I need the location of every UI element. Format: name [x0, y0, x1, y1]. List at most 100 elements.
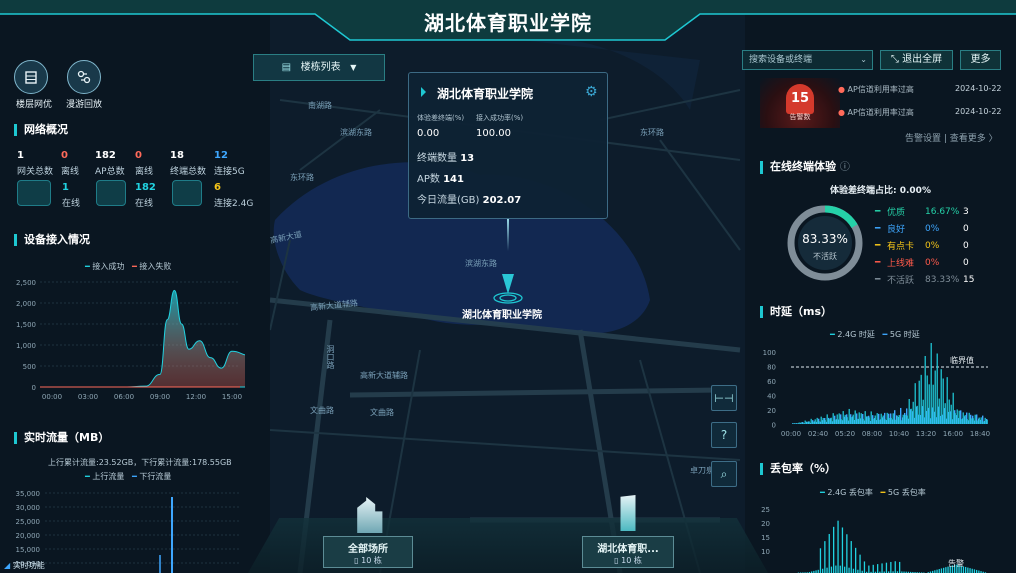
map-road-label: 高新大道辅路 [360, 371, 408, 380]
row-count: 0 [963, 240, 969, 251]
success-rate-key: 接入成功率(%) [476, 114, 524, 122]
latency-24g-bar [900, 420, 902, 424]
map-road-label: 文曲路 [310, 406, 334, 415]
latency-24g-bar [964, 415, 966, 424]
terminal-total-value: 18 [170, 150, 184, 161]
latency-24g-bar [830, 417, 832, 424]
roaming-playback-label: 漫游回放 [65, 100, 102, 110]
site-card-all[interactable]: 全部场所 ▯ 10 栋 [323, 536, 413, 568]
marker-label: 湖北体育职业学院 [462, 310, 542, 321]
help-icon[interactable]: ? [711, 422, 737, 448]
chevron-down-icon: ▼ [350, 63, 357, 72]
alarm-item[interactable]: ● AP信道利用率过高 [838, 107, 914, 118]
loss-24g-bar [850, 541, 852, 573]
latency-24g-bar [798, 422, 800, 424]
x-tick-label: 00:00 [781, 430, 801, 438]
screenshot-icon[interactable]: ⌕ [711, 461, 737, 487]
latency-24g-bar [846, 417, 848, 424]
latency-24g-bar [850, 417, 852, 424]
latency-24g-bar [954, 413, 956, 424]
exit-fullscreen-button[interactable]: ⤡ 退出全屏 [880, 50, 953, 70]
traffic-chart-title: 实时流量（MB） [14, 432, 109, 444]
row-name: 不活跃 [887, 276, 915, 286]
info-icon[interactable]: ⓘ [840, 162, 850, 173]
search-input[interactable]: 搜索设备或终端 ⌄ [742, 50, 873, 70]
latency-24g-bar [888, 417, 890, 424]
y-tick-label: 1,500 [16, 321, 36, 329]
latency-24g-bar [808, 421, 810, 424]
site-card-campus[interactable]: 湖北体育职... ▯ 10 栋 [582, 536, 674, 568]
legend-success: 接入成功 [92, 262, 125, 271]
building-list-dropdown[interactable]: ▤ 楼栋列表 ▼ [253, 54, 385, 81]
floor-optimization-tool[interactable]: 楼层网优 [14, 60, 54, 110]
latency-24g-bar [936, 353, 938, 424]
y-tick-label: 80 [767, 364, 776, 372]
building-list-label: 楼栋列表 [300, 62, 341, 73]
legend-download: 下行流量 [139, 472, 172, 481]
conn-24g-label: 连接2.4G [214, 199, 254, 209]
y-tick-label: 2,000 [16, 300, 36, 308]
latency-24g-bar [792, 423, 794, 424]
latency-chart: 100 80 60 40 20 0 00:00 02:40 05:20 08:00 10:40 13… [763, 343, 990, 438]
gear-icon[interactable]: ⚙ [585, 84, 598, 100]
y-tick-label: 35,000 [16, 490, 41, 498]
more-button[interactable]: 更多 [960, 50, 1001, 70]
access-chart: 2,500 2,000 1,500 1,000 500 0 00:00 03:00 06:00… [16, 279, 245, 401]
latency-24g-bar [958, 410, 960, 424]
alarm-links[interactable]: 告警设置 | 查看更多 〉 [905, 131, 998, 144]
y-tick-label: 10 [761, 548, 770, 556]
experience-row[interactable]: ━ 有点卡 0% 0 [875, 237, 1005, 254]
realtime-function-label: ◢ 实时功能 [4, 561, 45, 570]
latency-24g-bar [966, 419, 968, 424]
x-tick-label: 16:00 [943, 430, 963, 438]
latency-24g-bar [970, 418, 972, 424]
latency-24g-bar [912, 401, 914, 424]
exit-fullscreen-icon: ⤡ [890, 54, 899, 65]
row-name: 良好 [887, 225, 906, 235]
latency-24g-bar [858, 412, 860, 424]
loss-24g-bar [855, 547, 857, 573]
chevron-down-icon: ⌄ [860, 55, 867, 64]
experience-row[interactable]: ━ 不活跃 83.33% 15 [875, 271, 1005, 288]
latency-24g-bar [822, 417, 824, 424]
latency-24g-bar [806, 421, 808, 424]
latency-24g-bar [818, 421, 820, 424]
y-tick-label: 500 [23, 363, 36, 371]
loss-24g-bar [837, 520, 839, 573]
latency-24g-bar [828, 418, 830, 424]
loss-24g-bar [844, 566, 846, 573]
roaming-playback-tool[interactable]: 漫游回放 [63, 60, 105, 110]
x-tick-label: 00:00 [42, 393, 62, 401]
measure-icon[interactable]: ⊢⊣ [711, 385, 737, 411]
alarm-item[interactable]: ● AP信道利用率过高 [838, 84, 914, 95]
latency-24g-bar [946, 377, 948, 424]
row-pct: 0% [925, 223, 940, 234]
loss-24g-bar [973, 569, 976, 573]
experience-row[interactable]: ━ 良好 0% 0 [875, 220, 1005, 237]
latency-24g-bar [848, 408, 850, 424]
latency-24g-bar [844, 414, 846, 424]
traffic-chart: 35,00030,00025,00020,00015,00010,000 [16, 490, 240, 573]
latency-24g-bar [872, 418, 874, 424]
loss-24g-bar [899, 561, 901, 573]
experience-row[interactable]: ━ 优质 16.67% 3 [875, 203, 1005, 220]
loss-24g-bar [936, 569, 938, 573]
latency-24g-bar [856, 418, 858, 424]
site-name: 全部场所 [348, 544, 388, 555]
alarm-count[interactable]: 15 [786, 84, 814, 114]
latency-24g-bar [938, 398, 940, 424]
location-marker-icon[interactable] [492, 270, 524, 306]
legend-loss-24g: 2.4G 丢包率 [827, 488, 873, 497]
latency-24g-bar [854, 410, 856, 424]
loss-24g-bar [846, 534, 848, 573]
legend-upload: 上行流量 [92, 472, 125, 481]
row-count: 0 [963, 223, 969, 234]
latency-24g-bar [986, 419, 988, 424]
latency-24g-bar [952, 392, 954, 424]
latency-24g-bar [860, 413, 862, 424]
donut-percent: 83.33% [802, 232, 848, 246]
gateway-offline-value: 0 [61, 150, 68, 161]
latency-24g-bar [980, 417, 982, 424]
y-tick-label: 60 [767, 378, 776, 386]
experience-row[interactable]: ━ 上线难 0% 0 [875, 254, 1005, 271]
